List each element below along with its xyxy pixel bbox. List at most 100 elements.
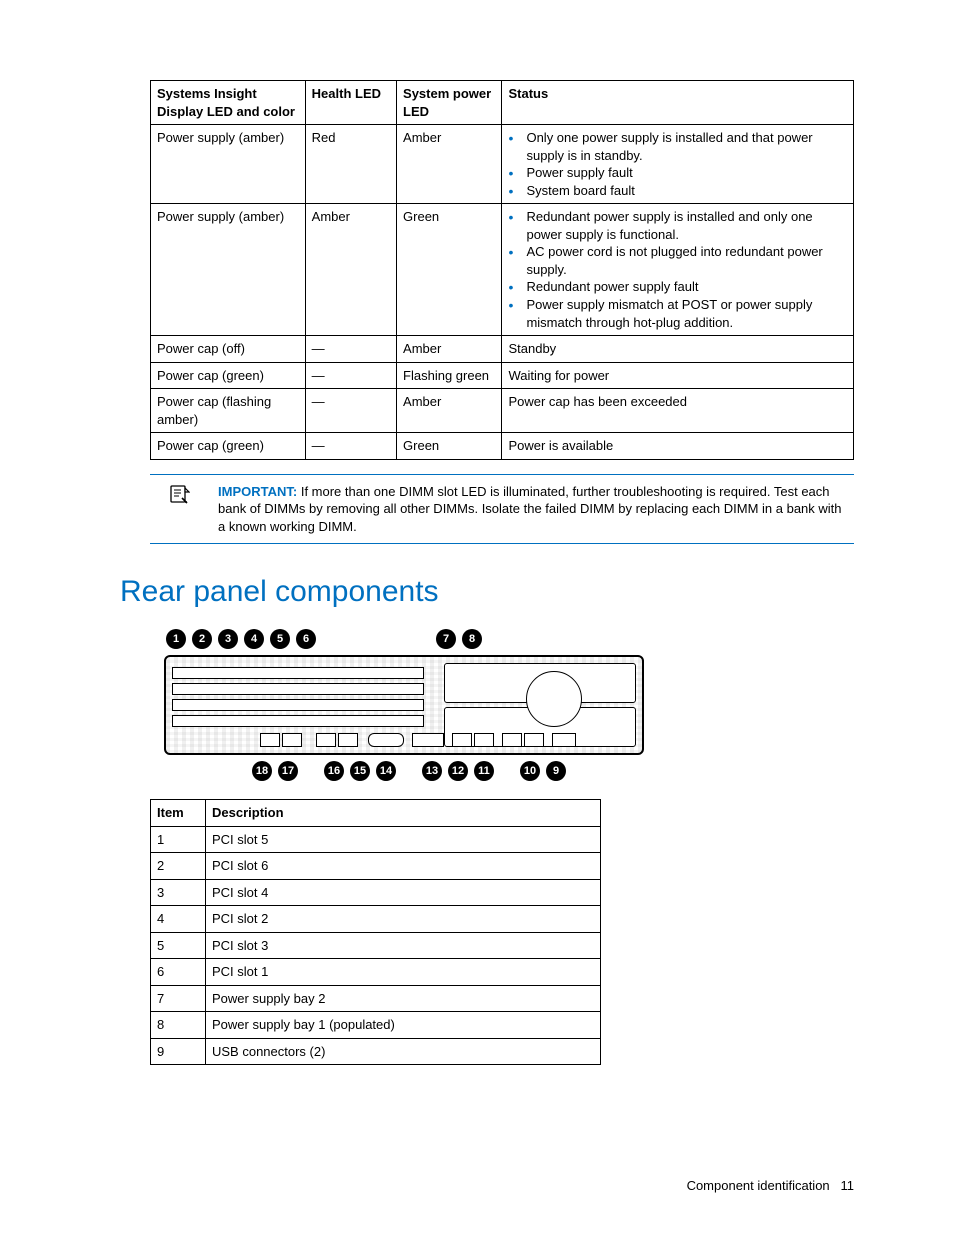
callout-12: 12 [448,761,468,781]
item-description: PCI slot 1 [206,959,601,986]
table-row: Power supply (amber)AmberGreenRedundant … [151,204,854,336]
table-header-row: Systems Insight Display LED and color He… [151,81,854,125]
page: Systems Insight Display LED and color He… [0,0,954,1235]
table-row: 6PCI slot 1 [151,959,601,986]
status-cell: Standby [502,336,854,363]
status-item: System board fault [526,182,847,200]
table-row: Power supply (amber)RedAmber Only one pow… [151,125,854,204]
table-cell: Flashing green [397,362,502,389]
item-description: PCI slot 5 [206,826,601,853]
callouts-bottom: 18 17 16 15 14 13 12 11 10 9 [164,761,644,781]
table-cell: — [305,389,396,433]
status-item: Redundant power supply is installed and … [526,208,847,243]
status-item: Redundant power supply fault [526,278,847,296]
item-number: 9 [151,1038,206,1065]
status-item: Only one power supply is installed and t… [526,129,847,164]
status-cell: Only one power supply is installed and t… [502,125,854,204]
table-cell: Amber [397,389,502,433]
status-item: Power supply fault [526,164,847,182]
item-number: 7 [151,985,206,1012]
item-description: Power supply bay 1 (populated) [206,1012,601,1039]
table-row: 4PCI slot 2 [151,906,601,933]
item-number: 1 [151,826,206,853]
callout-13: 13 [422,761,442,781]
callout-14: 14 [376,761,396,781]
important-label: IMPORTANT: [218,484,297,499]
item-number: 4 [151,906,206,933]
th-syspower: System power LED [397,81,502,125]
table-cell: Power supply (amber) [151,204,306,336]
th-health: Health LED [305,81,396,125]
table-row: 8Power supply bay 1 (populated) [151,1012,601,1039]
page-footer: Component identification 11 [687,1177,854,1195]
important-text: IMPORTANT: If more than one DIMM slot LE… [210,483,854,536]
table-cell: Power cap (green) [151,433,306,460]
status-list: Only one power supply is installed and t… [508,129,847,199]
table-cell: — [305,336,396,363]
status-item: AC power cord is not plugged into redund… [526,243,847,278]
table-row: 9USB connectors (2) [151,1038,601,1065]
table-row: Power cap (green)—Flashing greenWaiting … [151,362,854,389]
status-cell: Redundant power supply is installed and … [502,204,854,336]
callout-9: 9 [546,761,566,781]
callout-18: 18 [252,761,272,781]
table-row: 5PCI slot 3 [151,932,601,959]
callout-8: 8 [462,629,482,649]
th-desc: Description [206,799,601,826]
status-cell: Waiting for power [502,362,854,389]
note-icon [150,483,210,536]
rear-panel-diagram: 12345678 1817161514131211109 [164,629,644,781]
table-row: Power cap (off)—AmberStandby [151,336,854,363]
callout-15: 15 [350,761,370,781]
item-number: 6 [151,959,206,986]
item-description: PCI slot 3 [206,932,601,959]
callout-11: 11 [474,761,494,781]
table-row: 2PCI slot 6 [151,853,601,880]
item-description: PCI slot 2 [206,906,601,933]
callout-6: 6 [296,629,316,649]
footer-section: Component identification [687,1178,830,1193]
table-cell: Power cap (green) [151,362,306,389]
th-sid: Systems Insight Display LED and color [151,81,306,125]
table-cell: Amber [397,336,502,363]
status-list: Redundant power supply is installed and … [508,208,847,331]
item-number: 2 [151,853,206,880]
item-description: PCI slot 4 [206,879,601,906]
rear-panel-drawing [164,655,644,755]
item-number: 3 [151,879,206,906]
footer-page: 11 [841,1178,855,1193]
important-note: IMPORTANT: If more than one DIMM slot LE… [150,474,854,545]
callout-17: 17 [278,761,298,781]
status-item: Power supply mismatch at POST or power s… [526,296,847,331]
table-cell: Amber [397,125,502,204]
table-row: 7Power supply bay 2 [151,985,601,1012]
item-number: 8 [151,1012,206,1039]
table-cell: Power cap (flashing amber) [151,389,306,433]
callout-5: 5 [270,629,290,649]
table-row: 3PCI slot 4 [151,879,601,906]
callout-10: 10 [520,761,540,781]
rear-panel-items-table: Item Description 1PCI slot 52PCI slot 63… [150,799,601,1065]
status-cell: Power cap has been exceeded [502,389,854,433]
callout-2: 2 [192,629,212,649]
section-title: Rear panel components [120,572,854,613]
callouts-top: 12345678 [164,629,644,649]
callout-16: 16 [324,761,344,781]
item-description: PCI slot 6 [206,853,601,880]
table-cell: Green [397,433,502,460]
item-description: USB connectors (2) [206,1038,601,1065]
table-cell: Red [305,125,396,204]
table-cell: Power cap (off) [151,336,306,363]
table-cell: — [305,433,396,460]
table-header-row: Item Description [151,799,601,826]
led-status-table: Systems Insight Display LED and color He… [150,80,854,460]
th-status: Status [502,81,854,125]
table-cell: — [305,362,396,389]
table-cell: Green [397,204,502,336]
item-number: 5 [151,932,206,959]
table-cell: Power supply (amber) [151,125,306,204]
callout-1: 1 [166,629,186,649]
th-item: Item [151,799,206,826]
callout-7: 7 [436,629,456,649]
important-body: If more than one DIMM slot LED is illumi… [218,484,842,534]
